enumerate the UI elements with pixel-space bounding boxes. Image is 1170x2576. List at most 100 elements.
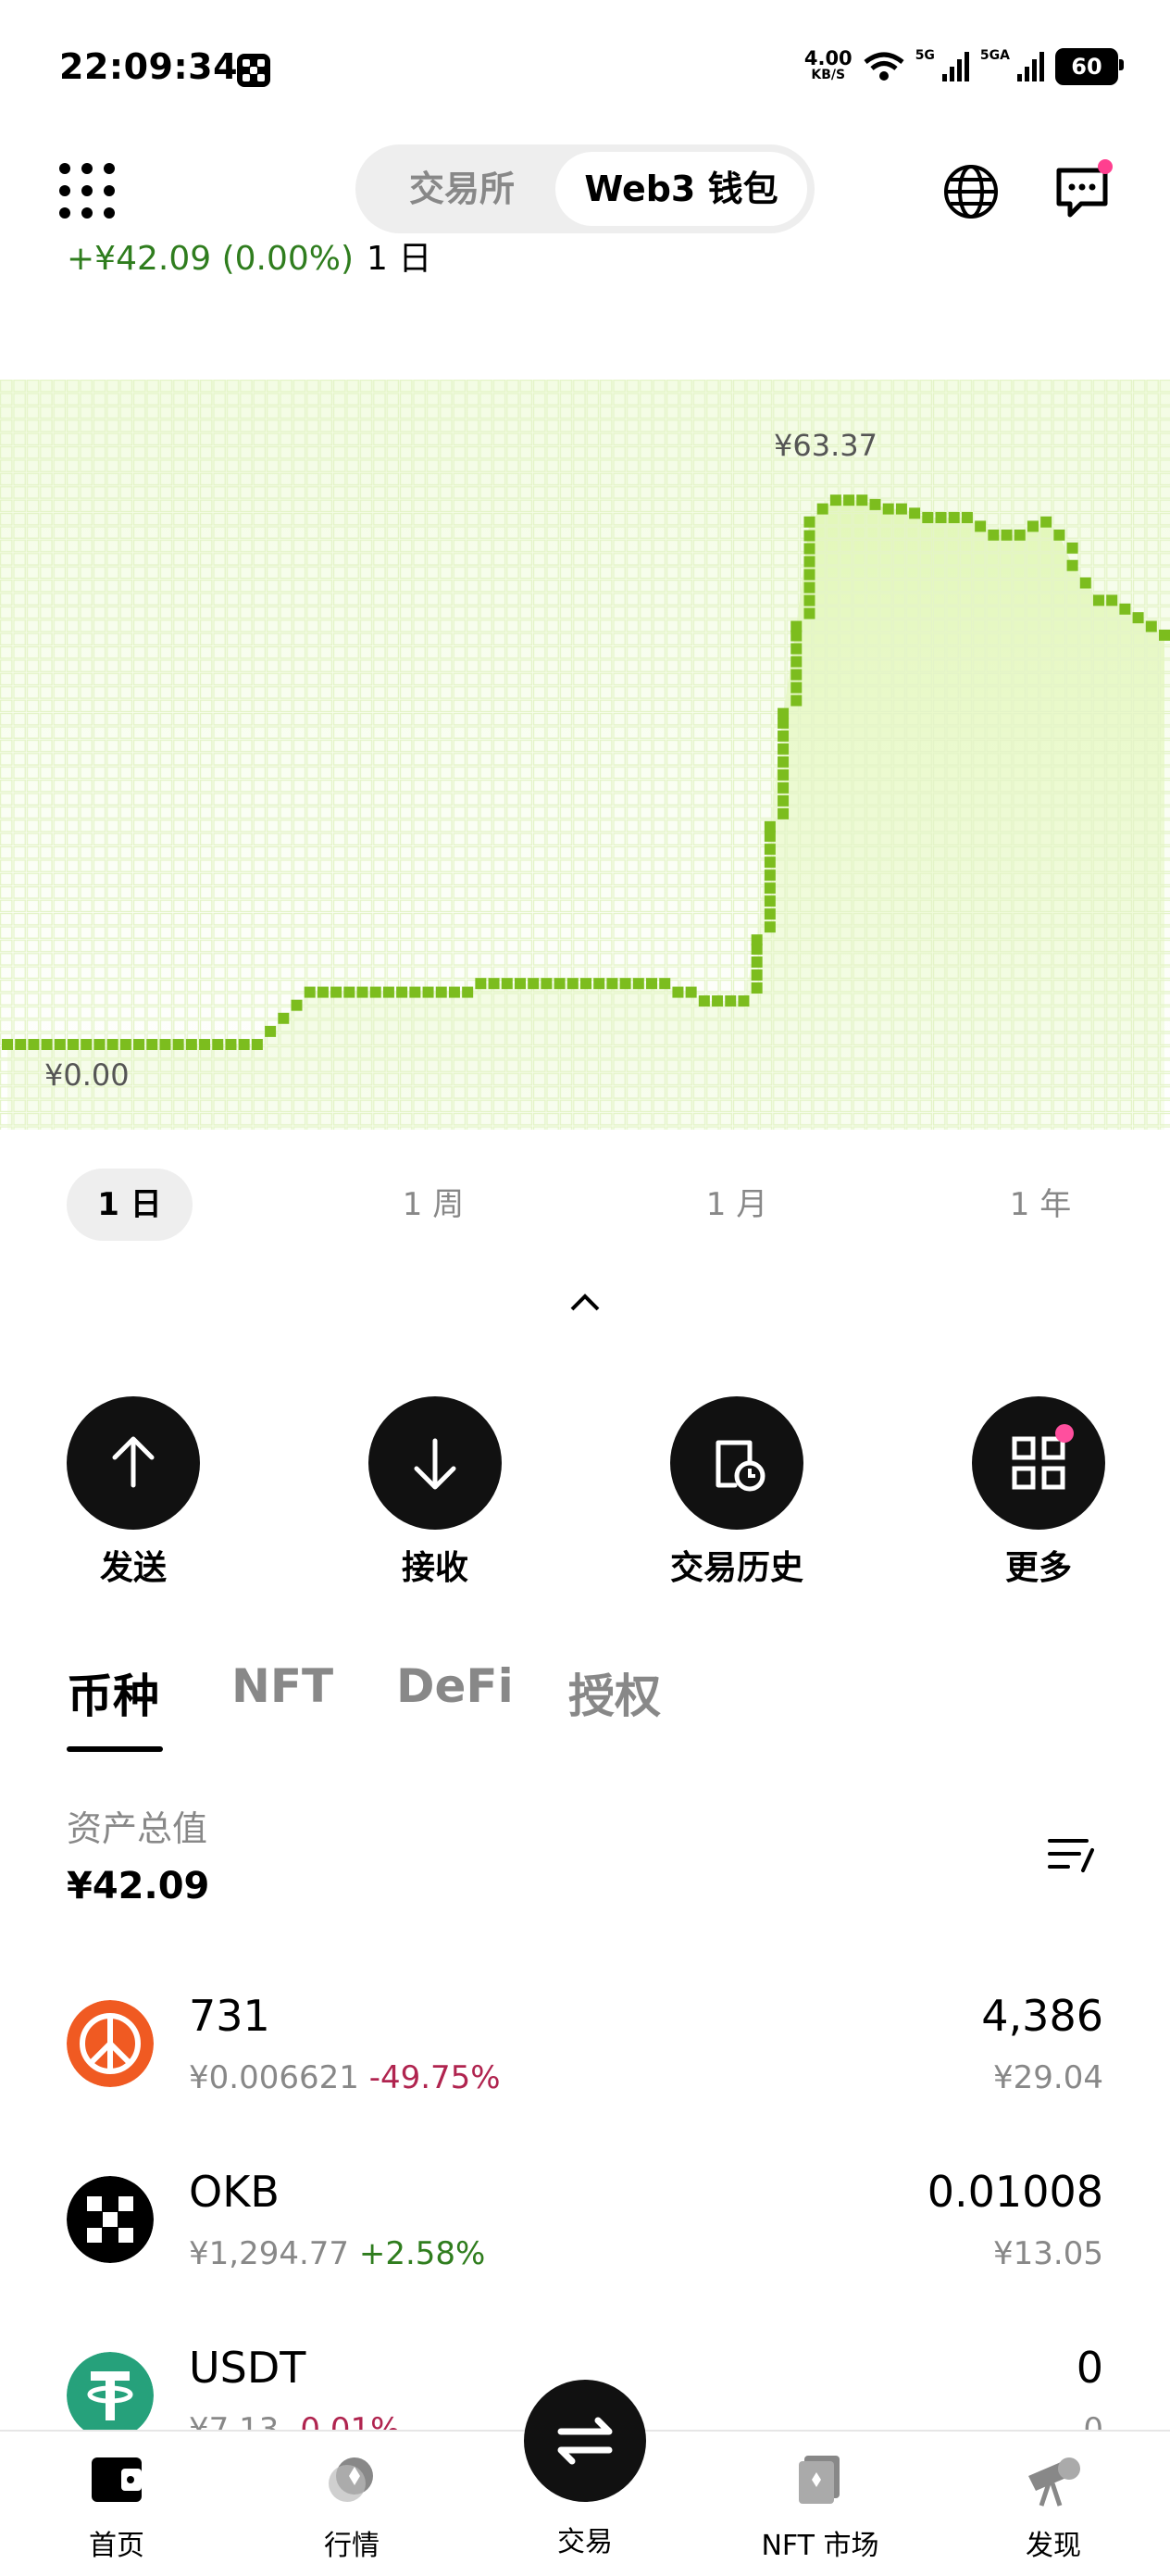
chart-point [698,994,710,1007]
chart-point [199,1039,211,1050]
globe-icon[interactable] [942,163,1000,220]
chart-point [462,986,474,998]
chart-point [895,503,907,515]
chart-point [93,1039,106,1050]
coin-row-okb[interactable] [0,2157,1170,2296]
nav-discover[interactable]: 发现 [970,2452,1137,2563]
receive-button[interactable] [368,1396,502,1530]
chart-point [238,1039,250,1050]
chart-point [343,986,355,998]
total-assets-value: ¥42.09 [67,1865,210,1907]
more-button[interactable] [972,1396,1105,1530]
coin-row-731[interactable] [0,1982,1170,2120]
nav-trade-button[interactable] [524,2380,646,2502]
chart-point [212,1039,224,1050]
chart-point [396,986,408,998]
chart-point [106,1039,118,1050]
chart-point [1066,559,1078,571]
apps-grid-icon[interactable] [59,163,115,219]
chart-point [291,999,303,1011]
active-tab-indicator [67,1746,163,1752]
nav-home[interactable]: 首页 [33,2452,200,2563]
chart-step [764,857,776,869]
chart-point [672,986,684,998]
chart-point [2,1039,13,1050]
app-notification-icon [237,54,270,87]
chart-step [1066,542,1078,554]
nft-icon [799,2456,840,2504]
chart-step [803,530,815,542]
tab-exchange[interactable]: 交易所 [374,152,550,226]
chart-step [751,969,763,981]
tab-tokens[interactable]: 币种 [67,1659,159,1726]
status-time: 22:09:34 [59,46,239,87]
chart-point [369,986,381,998]
chart-point [514,978,526,990]
chevron-up-icon[interactable] [566,1289,604,1317]
history-icon [716,1440,765,1492]
chart-point [1014,529,1026,541]
period-1w[interactable]: 1 周 [370,1169,496,1241]
chart-point [1106,594,1118,606]
chart-point [1092,594,1104,606]
chart-point [619,978,631,990]
chart-point [869,498,881,510]
nav-discover-label: 发现 [1026,2530,1081,2562]
total-assets-label: 资产总值 [67,1808,208,1849]
signal-icon-2 [1017,52,1044,81]
chart-step [778,756,790,768]
history-button[interactable] [670,1396,803,1530]
chart-point [593,978,605,990]
telescope-icon [1028,2457,1080,2507]
tab-defi[interactable]: DeFi [396,1659,514,1713]
chart-step [778,730,790,742]
nav-trade-label: 交易 [557,2526,613,2558]
chart-point [764,820,776,832]
chart-point [1027,520,1039,532]
chart-point [1132,612,1144,624]
chart-point [435,986,447,998]
swap-icon [557,2417,613,2465]
chart-point [146,1039,158,1050]
chart-point [882,503,894,515]
tab-approvals[interactable]: 授权 [568,1659,661,1726]
chart-point [909,507,921,519]
chart-step [778,743,790,755]
chart-point [1079,577,1091,589]
chart-peak-label: ¥63.37 [774,428,878,463]
chart-point [829,494,841,506]
chart-step [764,869,776,882]
wallet-icon [92,2457,142,2502]
chart-point [541,978,553,990]
chart-step [790,630,803,642]
market-icon [329,2457,373,2502]
chart-point [409,986,421,998]
signal-icon-1 [941,52,969,81]
chart-step [764,831,776,843]
chart-point [265,1025,277,1037]
chart-step [764,882,776,894]
chart-point [1053,529,1065,541]
chart-point [119,1039,131,1050]
nav-market[interactable]: 行情 [268,2452,435,2563]
chart-point [935,511,947,523]
chart-step [764,908,776,920]
tab-web3-wallet[interactable]: Web3 钱包 [555,152,807,226]
period-1y[interactable]: 1 年 [977,1169,1103,1241]
tab-nft[interactable]: NFT [231,1659,333,1713]
chart-step [790,694,803,707]
period-1d[interactable]: 1 日 [67,1169,193,1241]
balance-chart [0,380,1170,1130]
chart-point [501,978,513,990]
chart-step [751,943,763,955]
sort-icon[interactable] [1046,1832,1098,1878]
nav-nft-market[interactable]: NFT 市场 [737,2452,903,2563]
signal-label-2: 5GA [979,48,1010,63]
chart-point [54,1039,66,1050]
chart-point [251,1039,263,1050]
period-1m[interactable]: 1 月 [674,1169,800,1241]
nav-home-label: 首页 [89,2530,144,2562]
chart-point [606,978,618,990]
send-button[interactable] [67,1396,200,1530]
chart-point [1040,516,1052,528]
